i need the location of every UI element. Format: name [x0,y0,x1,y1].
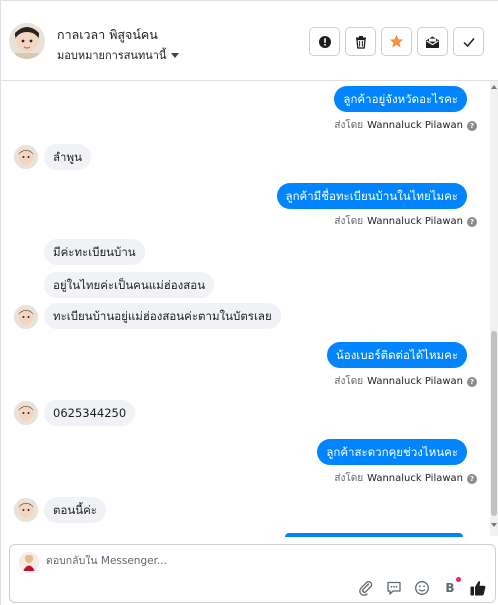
incoming-message[interactable]: 0625344250 [44,400,136,426]
contact-avatar[interactable] [9,23,45,59]
alert-button[interactable] [309,27,340,56]
emoji-icon[interactable] [413,579,431,597]
sent-by-prefix: ส่งโดย [334,473,364,484]
star-icon [389,34,404,48]
assign-conversation-dropdown[interactable]: มอบหมายการสนทนานี้ [57,46,180,64]
reply-composer: B [9,544,496,603]
mark-unread-button[interactable] [417,27,448,56]
help-icon[interactable]: ? [467,216,477,227]
notification-dot [456,577,461,582]
contact-avatar-small[interactable] [14,498,38,522]
conversation-panel: กาลเวลา พิสูจน์คน มอบหมายการสนทนานี้ ลูก… [0,0,498,605]
incoming-message[interactable]: ตอนนี้ค่ะ [44,497,106,523]
brand-b-glyph: B [445,581,455,595]
scroll-down-arrow-icon[interactable] [491,523,497,527]
sent-by-info: ส่งโดย Wannaluck Pilawan ? [334,214,477,229]
sent-by-info: ส่งโดย Wannaluck Pilawan ? [334,374,477,389]
contact-avatar-small[interactable] [14,305,38,329]
incoming-message[interactable]: มีค่ะทะเบียนบ้าน [44,239,145,265]
trash-icon [355,35,366,49]
sent-by-info: ส่งโดย Wannaluck Pilawan ? [334,118,477,133]
scrollbar-thumb[interactable] [491,331,497,516]
saved-reply-icon[interactable] [385,579,403,597]
assign-label: มอบหมายการสนทนานี้ [57,49,167,62]
agent-name[interactable]: Wannaluck Pilawan [367,473,463,484]
scroll-up-arrow-icon[interactable] [491,85,497,89]
brand-b-icon[interactable]: B [441,577,461,597]
page-avatar [19,552,39,572]
sent-by-info: ส่งโดย Wannaluck Pilawan ? [334,471,477,486]
envelope-icon [426,36,439,48]
check-icon [462,37,475,47]
help-icon[interactable]: ? [467,120,477,131]
thumbs-up-icon[interactable] [469,579,487,597]
composer-tools: B [357,577,487,597]
delete-button[interactable] [345,27,376,56]
contact-name[interactable]: กาลเวลา พิสูจน์คน [57,25,158,45]
outgoing-message-partial[interactable] [285,533,463,537]
header-actions [309,27,484,56]
done-button[interactable] [453,27,484,56]
exclamation-icon [318,35,331,48]
conversation-header: กาลเวลา พิสูจน์คน มอบหมายการสนทนานี้ [1,1,498,81]
agent-name[interactable]: Wannaluck Pilawan [367,376,463,387]
incoming-message[interactable]: ทะเบียนบ้านอยู่แม่ฮ่องสอนค่ะตามในบัตรเลย [44,303,281,329]
contact-avatar-small[interactable] [14,401,38,425]
reply-input[interactable] [46,555,346,567]
sent-by-prefix: ส่งโดย [334,376,364,387]
paperclip-icon[interactable] [357,579,375,597]
incoming-message[interactable]: ลำพูน [44,144,91,170]
sent-by-prefix: ส่งโดย [334,216,364,227]
sent-by-prefix: ส่งโดย [334,120,364,131]
agent-name[interactable]: Wannaluck Pilawan [367,120,463,131]
outgoing-message[interactable]: ลูกค้ามีชื่อทะเบียนบ้านในไทยไมคะ [276,183,467,209]
help-icon[interactable]: ? [467,473,477,484]
outgoing-message[interactable]: น้องเบอร์ติดต่อได้ไหมคะ [326,342,467,368]
outgoing-message[interactable]: ลูกค้าสะดวกคุยช่วงไหนคะ [317,439,467,465]
agent-name[interactable]: Wannaluck Pilawan [367,216,463,227]
caret-down-icon [171,53,180,58]
contact-avatar-small[interactable] [14,145,38,169]
outgoing-message[interactable]: ลูกค้าอยู่จังหวัดอะไรคะ [334,86,467,112]
star-button[interactable] [381,27,412,56]
incoming-message[interactable]: อยู่ในไทยค่ะเป็นคนแม่ฮ่องสอน [44,272,215,298]
help-icon[interactable]: ? [467,376,477,387]
